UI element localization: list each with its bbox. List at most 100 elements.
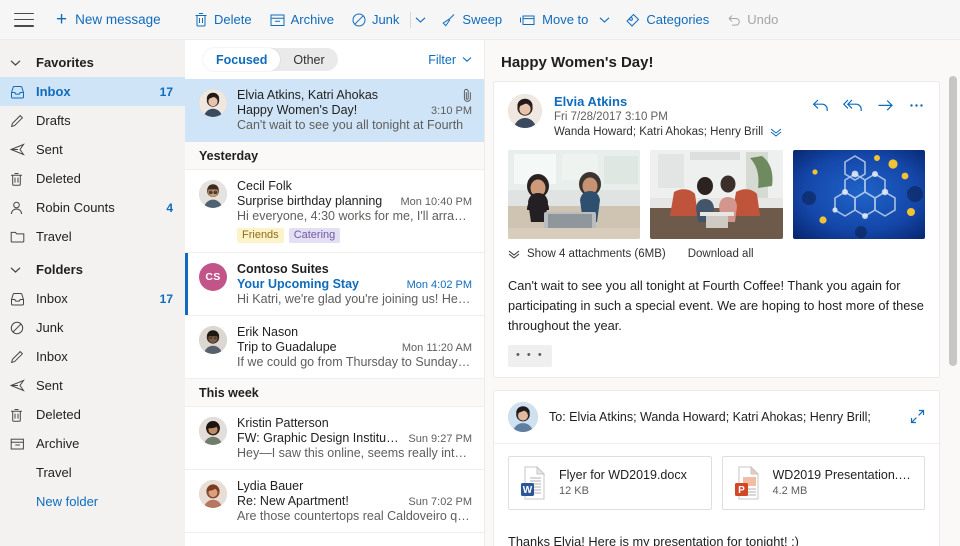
send-icon [10,379,36,392]
tab-other[interactable]: Other [280,48,337,71]
avatar: CS [199,263,227,291]
list-item[interactable]: Kristin Patterson FW: Graphic Design Ins… [185,407,484,470]
sender-name: Contoso Suites [237,262,329,276]
attachment-thumbnail[interactable] [792,150,925,239]
avatar [199,180,227,208]
more-icon[interactable] [908,98,925,113]
sidebar-item-sent-folder[interactable]: Sent [0,371,185,400]
expand-content-button[interactable]: • • • [508,345,552,367]
attachment-item-docx[interactable]: W Flyer for WD2019.docx 12 KB [508,455,712,510]
undo-button[interactable]: Undo [718,0,787,39]
svg-text:P: P [738,485,745,496]
list-item-body: Erik Nason Trip to Guadalupe Mon 11:20 A… [237,325,472,369]
reply-all-icon[interactable] [843,98,863,113]
sidebar-item-junk[interactable]: Junk [0,313,185,342]
avatar [199,89,227,117]
preview-text: Hey—I saw this online, seems really inte… [237,446,472,460]
status-badge[interactable]: Friends [237,228,284,243]
sender-name[interactable]: Elvia Atkins [554,94,812,109]
archive-label: Archive [290,12,334,27]
reply-icon[interactable] [812,98,829,113]
reply-draft-card: To: Elvia Atkins; Wanda Howard; Katri Ah… [493,389,940,546]
junk-button[interactable]: Junk [343,0,408,39]
forward-icon[interactable] [877,98,894,113]
sidebar-item-label: Sent [36,142,63,157]
categories-button[interactable]: Categories [616,0,718,39]
avatar [508,401,538,432]
filter-button[interactable]: Filter [428,53,472,67]
junk-label: Junk [371,12,400,27]
list-item[interactable]: Erik Nason Trip to Guadalupe Mon 11:20 A… [185,316,484,379]
categories-label: Categories [646,12,710,27]
plus-icon: + [56,9,68,30]
sidebar-item-sent[interactable]: Sent [0,135,185,164]
sidebar-item-inbox-fav[interactable]: Inbox 17 [0,77,185,106]
sidebar-item-robin-counts[interactable]: Robin Counts 4 [0,193,185,222]
subject: FW: Graphic Design Institute Fi... [237,431,409,445]
show-attachments-button[interactable]: Show 4 attachments (6MB) [508,248,666,260]
chevron-down-icon[interactable] [770,128,782,137]
list-item[interactable]: Cecil Folk Surprise birthday planning Mo… [185,170,484,253]
junk-dropdown-button[interactable] [413,0,432,39]
reading-pane-scrollbar-track[interactable] [946,40,960,546]
list-item-body: Contoso Suites Your Upcoming Stay Mon 4:… [237,262,472,306]
paperclip-icon [463,88,472,102]
chevron-down-icon [416,16,426,23]
attachment-name: Flyer for WD2019.docx [559,468,687,483]
send-icon [10,143,36,156]
timestamp: Mon 11:20 AM [401,342,472,354]
subject: Your Upcoming Stay [237,277,360,291]
sidebar-item-inbox-folder[interactable]: Inbox 17 [0,284,185,313]
move-to-dropdown-button[interactable] [597,0,616,39]
sidebar-item-travel-folder[interactable]: Travel [0,458,185,487]
sidebar-item-deleted-folder[interactable]: Deleted [0,400,185,429]
archive-button[interactable]: Archive [261,0,343,39]
sweep-button[interactable]: Sweep [432,0,511,39]
sidebar-item-archive[interactable]: Archive [0,429,185,458]
email-body-text: Can't wait to see you all tonight at Fou… [508,278,924,333]
folders-label: Folders [36,262,83,277]
download-all-button[interactable]: Download all [688,248,754,260]
sender-name: Lydia Bauer [237,479,304,493]
chevron-down-icon [600,16,610,23]
move-to-button[interactable]: Move to [511,0,597,39]
reply-to-line[interactable]: To: Elvia Atkins; Wanda Howard; Katri Ah… [549,410,910,424]
pop-out-icon[interactable] [910,409,925,424]
status-badge[interactable]: Catering [288,228,341,243]
attachment-thumbnail[interactable] [508,150,641,239]
download-all-label: Download all [687,248,754,260]
reply-body-text[interactable]: Thanks Elvia! Here is my presentation fo… [494,522,939,546]
attachment-item-pptx[interactable]: P WD2019 Presentation.pptx 4.2 MB [721,455,925,510]
favorites-group-header[interactable]: Favorites [0,48,185,77]
new-message-label: New message [75,12,161,27]
new-folder-button[interactable]: New folder [0,487,185,516]
sidebar-item-drafts[interactable]: Drafts [0,106,185,135]
archive-icon [10,437,36,451]
sidebar-item-deleted[interactable]: Deleted [0,164,185,193]
hamburger-icon[interactable] [14,12,34,27]
recipients-row[interactable]: Wanda Howard; Katri Ahokas; Henry Brill [554,126,812,138]
reading-pane-scroll-area[interactable]: Elvia Atkins Fri 7/28/2017 3:10 PM Wanda… [485,81,960,546]
sender-info: Elvia Atkins Fri 7/28/2017 3:10 PM Wanda… [554,94,812,138]
sidebar-item-inbox-drafts[interactable]: Inbox [0,342,185,371]
message-list-scroll-area[interactable]: Elvia Atkins, Katri Ahokas Happy Women's… [185,79,484,546]
sweep-label: Sweep [462,12,503,27]
toolbar-actions: Delete Archive Junk Sweep Move to Catego… [185,0,960,39]
word-file-icon: W [519,465,549,500]
tab-focused[interactable]: Focused [203,48,281,71]
list-item[interactable]: CS Contoso Suites Your Upcoming Stay Mon… [185,253,484,316]
folders-group-header[interactable]: Folders [0,255,185,284]
reading-pane-scrollbar-thumb[interactable] [949,76,957,366]
undo-label: Undo [747,12,779,27]
list-item[interactable]: Elvia Atkins, Katri Ahokas Happy Women's… [185,79,484,142]
category-tags: Friends Catering [237,228,472,243]
new-message-button[interactable]: + New message [56,10,161,29]
delete-button[interactable]: Delete [185,0,261,39]
list-item[interactable]: Lydia Bauer Re: New Apartment! Sun 7:02 … [185,470,484,533]
unread-count-badge: 17 [159,84,173,99]
sidebar-item-travel-fav[interactable]: Travel [0,222,185,251]
attachment-thumbnail[interactable] [650,150,783,239]
avatar-initials: CS [205,271,221,283]
list-item-body: Lydia Bauer Re: New Apartment! Sun 7:02 … [237,479,472,523]
attachment-links: Show 4 attachments (6MB) Download all [494,239,939,272]
